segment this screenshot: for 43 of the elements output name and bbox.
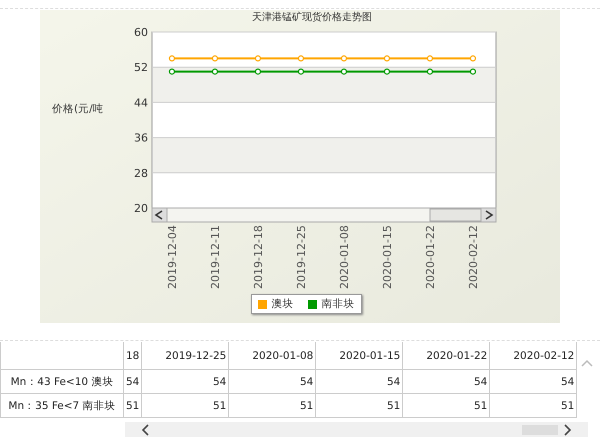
horizontal-scrollbar[interactable] (152, 208, 496, 222)
row-label-cell: Mn：43 Fe<10 澳块 (0, 370, 124, 394)
x-tick-label: 2020-01-08 (338, 225, 351, 289)
table-cell: 51 (142, 394, 229, 418)
x-tick-label: 2020-01-15 (380, 225, 394, 289)
table-cell: 51 (124, 394, 142, 418)
table-cell: 51 (402, 394, 490, 418)
scroll-right-icon[interactable] (564, 424, 572, 436)
y-tick-label: 28 (134, 166, 148, 180)
y-axis-label: 价格(元/吨 (51, 102, 105, 117)
row-label-cell: Mn：35 Fe<7 南非块 (0, 394, 124, 418)
table-header-cell: 2020-01-15 (316, 342, 403, 370)
table-cell: 54 (228, 370, 316, 394)
scroll-left-icon[interactable] (141, 424, 149, 436)
table-cell: 54 (402, 370, 490, 394)
y-tick-label: 36 (134, 132, 148, 145)
x-tick-label: 2020-02-12 (466, 225, 480, 289)
x-tick-label: 2019-12-25 (294, 225, 308, 289)
y-tick-label: 52 (134, 61, 148, 74)
y-tick-label: 20 (134, 202, 148, 215)
table-cell: 51 (490, 394, 577, 418)
table-cell: 51 (228, 394, 316, 418)
table-cell: 54 (142, 370, 229, 394)
legend-label: 澳块 (272, 297, 294, 311)
table-header-cell: 2020-02-12 (490, 342, 577, 370)
scroll-up-icon[interactable] (581, 359, 594, 367)
table-header-cell: 18 (124, 342, 142, 370)
table-header-cell: 2020-01-22 (402, 342, 490, 370)
table-cell: 54 (124, 370, 142, 394)
legend-label: 南非块 (322, 297, 354, 311)
chart-title: 天津港锰矿现货价格走势图 (251, 10, 373, 25)
table-cell: 51 (316, 394, 403, 418)
y-tick-label: 44 (134, 96, 148, 110)
x-tick-label: 2019-12-04 (166, 225, 179, 289)
table-cell: 54 (490, 370, 577, 394)
table-header-cell: 2020-01-08 (228, 342, 316, 370)
table-header-cell: 2019-12-25 (142, 342, 229, 370)
y-tick-label: 60 (134, 27, 148, 39)
table-cell: 54 (316, 370, 403, 394)
x-tick-label: 2019-12-18 (252, 225, 265, 289)
x-tick-label: 2019-12-11 (208, 225, 222, 289)
x-tick-label: 2020-01-22 (424, 225, 437, 289)
horizontal-scrollbar[interactable] (125, 422, 588, 437)
